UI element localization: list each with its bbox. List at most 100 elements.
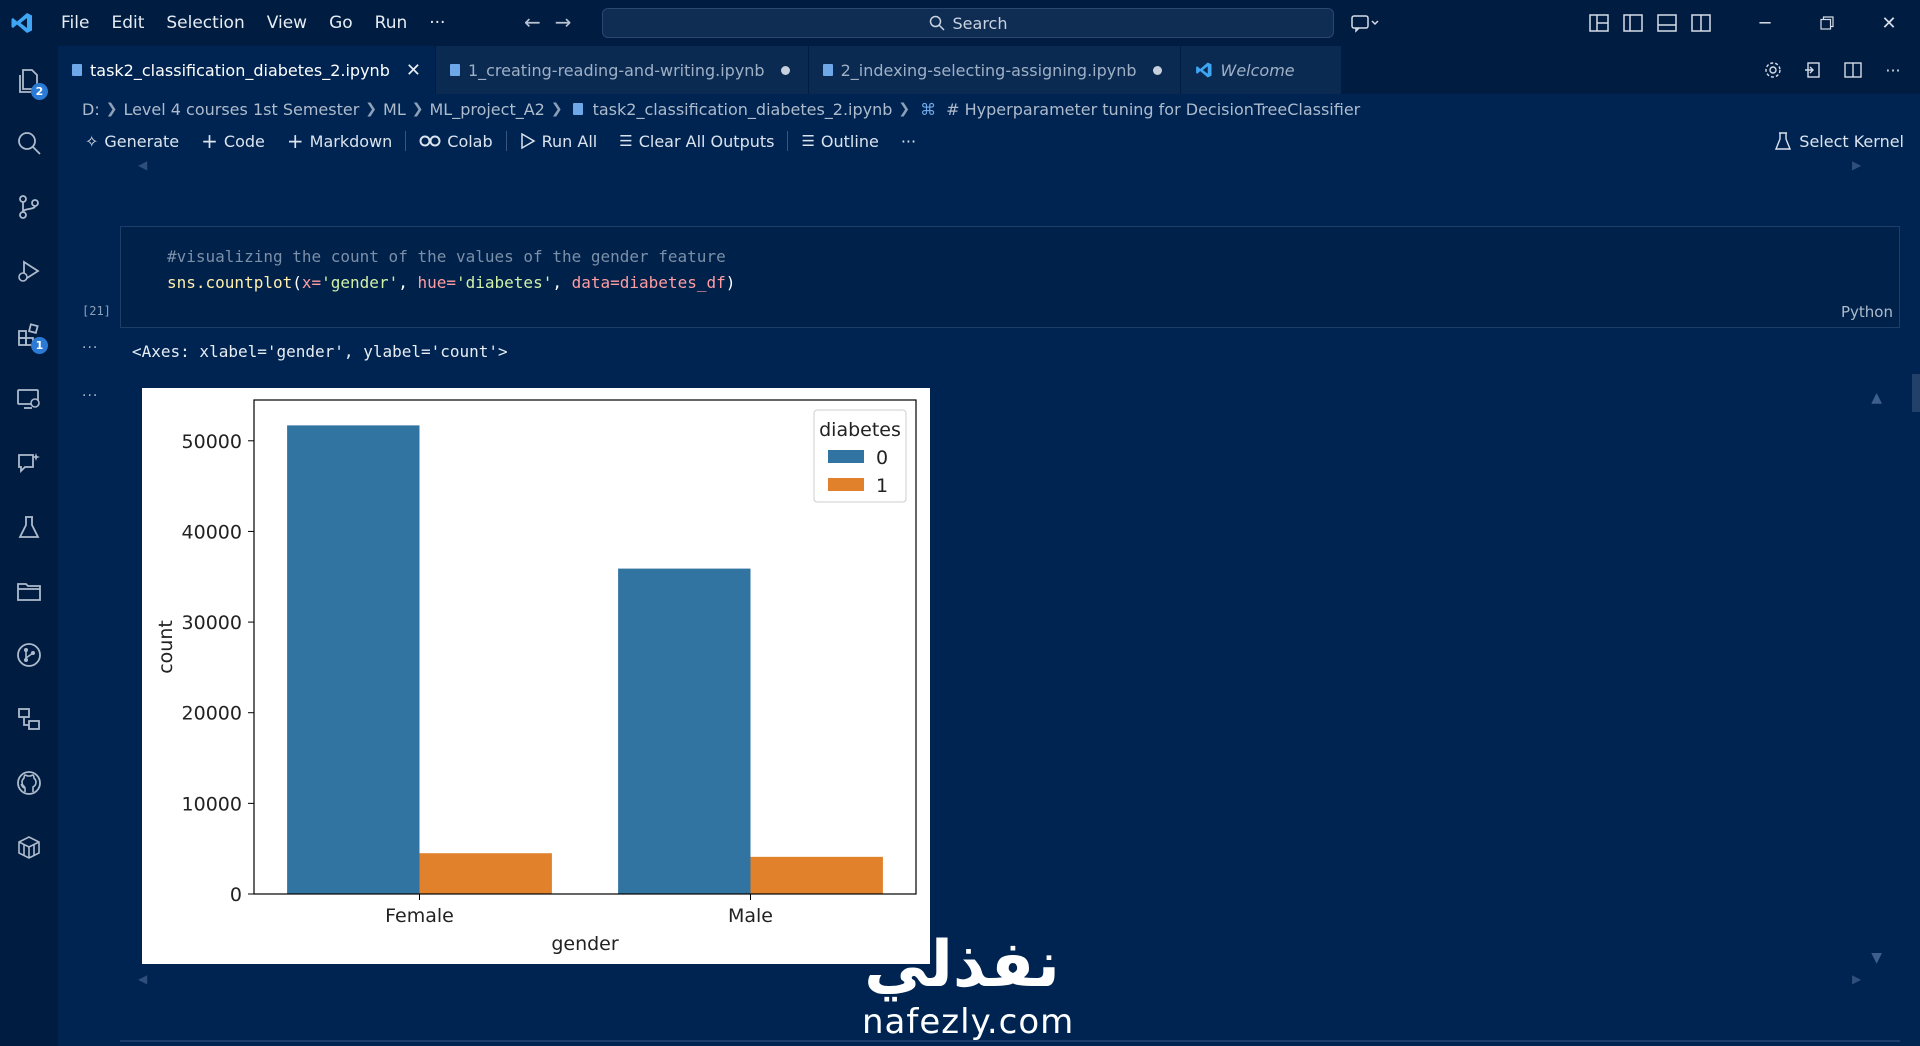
minimize-icon[interactable]: ─ [1734, 0, 1796, 46]
x-tick-label: Male [728, 905, 773, 927]
extensions-icon[interactable]: 1 [0, 310, 58, 360]
breadcrumb-folder-level4[interactable]: Level 4 courses 1st Semester [123, 100, 359, 119]
remote-explorer-icon[interactable] [0, 374, 58, 424]
toggle-panel-icon[interactable] [1650, 0, 1684, 46]
code-arg-value: 'diabetes' [456, 273, 553, 292]
add-markdown-cell-button[interactable]: + Markdown [276, 129, 403, 153]
output-scroll-left-icon[interactable]: ◀ [138, 972, 147, 986]
outline-button[interactable]: ☰ Outline [790, 132, 889, 151]
clear-outputs-label: Clear All Outputs [638, 131, 775, 151]
colab-button[interactable]: Colab [408, 132, 503, 151]
tab-label: 2_indexing-selecting-assigning.ipynb [840, 60, 1137, 80]
scroll-up-icon[interactable]: ▲ [1871, 390, 1882, 406]
cell-source[interactable]: #visualizing the count of the values of … [167, 244, 735, 296]
more-actions-icon[interactable]: ··· [1876, 47, 1910, 93]
back-arrow-icon[interactable]: ← [524, 10, 541, 34]
code-cell[interactable]: #visualizing the count of the values of … [120, 226, 1900, 328]
explorer-icon[interactable]: 2 [0, 56, 58, 106]
menu-file[interactable]: File [50, 13, 100, 33]
open-changes-icon[interactable] [1796, 47, 1830, 93]
unsaved-dot-icon[interactable] [1152, 65, 1162, 75]
breadcrumb-folder-ml[interactable]: ML [383, 100, 406, 119]
toolbar-divider [405, 131, 407, 151]
menu-more[interactable]: ··· [418, 13, 456, 33]
chevron-right-icon: ❯ [411, 101, 424, 117]
breadcrumb-folder-project[interactable]: ML_project_A2 [429, 100, 544, 119]
kernel-flask-icon [1775, 132, 1792, 150]
breadcrumb-file[interactable]: task2_classification_diabetes_2.ipynb [593, 100, 893, 119]
clear-all-icon: ☰ [619, 132, 633, 150]
select-kernel-button[interactable]: Select Kernel [1775, 128, 1904, 154]
tab-actions: ··· [1756, 46, 1910, 94]
bar-male-1 [750, 856, 883, 894]
command-center-search[interactable]: Search [602, 8, 1334, 38]
nav-arrows: ← → [524, 10, 572, 34]
toggle-secondary-sidebar-icon[interactable] [1684, 0, 1718, 46]
chat-icon[interactable] [0, 438, 58, 488]
y-tick-label: 20000 [182, 703, 242, 725]
git-graph-icon[interactable] [0, 630, 58, 680]
folder-icon[interactable] [0, 566, 58, 616]
legend-label-1: 1 [876, 475, 888, 497]
add-code-cell-button[interactable]: + Code [190, 129, 276, 153]
run-debug-icon[interactable] [0, 246, 58, 296]
source-control-icon[interactable] [0, 182, 58, 232]
code-comment: #visualizing the count of the values of … [167, 247, 726, 266]
menu-run[interactable]: Run [364, 13, 419, 33]
breadcrumb-section[interactable]: # Hyperparameter tuning for DecisionTree… [946, 100, 1360, 119]
output-menu-button[interactable]: ··· [82, 388, 98, 404]
x-tick-label: Female [385, 905, 454, 927]
menu-selection[interactable]: Selection [155, 13, 255, 33]
y-tick-label: 10000 [182, 793, 242, 815]
code-comma: , [398, 273, 418, 292]
close-tab-icon[interactable]: ✕ [406, 60, 421, 81]
menu-go[interactable]: Go [318, 13, 364, 33]
package-box-icon[interactable] [0, 822, 58, 872]
menu-bar: File Edit Selection View Go Run ··· [50, 13, 456, 33]
editor-scrollbar-thumb[interactable] [1912, 374, 1920, 412]
output-text: <Axes: xlabel='gender', ylabel='count'> [132, 342, 508, 361]
restore-icon[interactable] [1796, 0, 1858, 46]
generate-button[interactable]: ✧ Generate [74, 132, 190, 151]
unsaved-dot-icon[interactable] [780, 65, 790, 75]
gear-icon[interactable] [1756, 47, 1790, 93]
tab-creating-reading-writing[interactable]: 1_creating-reading-and-writing.ipynb [435, 46, 809, 94]
forward-arrow-icon[interactable]: → [555, 10, 572, 34]
jupyter-variables-icon[interactable] [0, 694, 58, 744]
output-menu-button[interactable]: ··· [82, 340, 98, 356]
search-view-icon[interactable] [0, 118, 58, 168]
split-editor-icon[interactable] [1836, 47, 1870, 93]
scroll-right-arrow-icon[interactable]: ▶ [1852, 158, 1861, 172]
x-axis-label: gender [551, 933, 619, 955]
notebook-file-icon [822, 64, 833, 76]
tab-label: Welcome [1220, 60, 1295, 80]
cell-language-label[interactable]: Python [1841, 303, 1893, 321]
testing-flask-icon[interactable] [0, 502, 58, 552]
close-window-icon[interactable]: ✕ [1858, 0, 1920, 46]
activity-bar: 2 1 [0, 46, 58, 1046]
run-all-button[interactable]: Run All [509, 132, 609, 151]
colab-icon [419, 135, 441, 147]
tab-welcome[interactable]: Welcome [1180, 46, 1342, 94]
code-comma: , [552, 273, 572, 292]
toolbar-divider [505, 131, 507, 151]
output-scroll-right-icon[interactable]: ▶ [1852, 972, 1861, 986]
toggle-primary-sidebar-icon[interactable] [1616, 0, 1650, 46]
tab-indexing-selecting-assigning[interactable]: 2_indexing-selecting-assigning.ipynb [808, 46, 1181, 94]
list-icon: ☰ [801, 132, 815, 150]
search-label: Search [952, 13, 1008, 33]
copilot-chat-icon[interactable] [1348, 0, 1382, 46]
clear-all-outputs-button[interactable]: ☰ Clear All Outputs [608, 132, 785, 151]
scroll-down-icon[interactable]: ▼ [1871, 950, 1882, 966]
customize-layout-icon[interactable] [1582, 0, 1616, 46]
toolbar-more-button[interactable]: ··· [890, 132, 927, 151]
menu-edit[interactable]: Edit [100, 13, 155, 33]
breadcrumb-drive[interactable]: D: [82, 100, 100, 119]
scroll-left-arrow-icon[interactable]: ◀ [138, 158, 147, 172]
watermark-latin-text: nafezly.com [862, 1002, 1075, 1042]
chevron-right-icon: ❯ [898, 101, 911, 117]
bar-female-0 [287, 425, 420, 894]
menu-view[interactable]: View [256, 13, 318, 33]
tab-task2-classification[interactable]: task2_classification_diabetes_2.ipynb ✕ [58, 46, 436, 94]
github-icon[interactable] [0, 758, 58, 808]
